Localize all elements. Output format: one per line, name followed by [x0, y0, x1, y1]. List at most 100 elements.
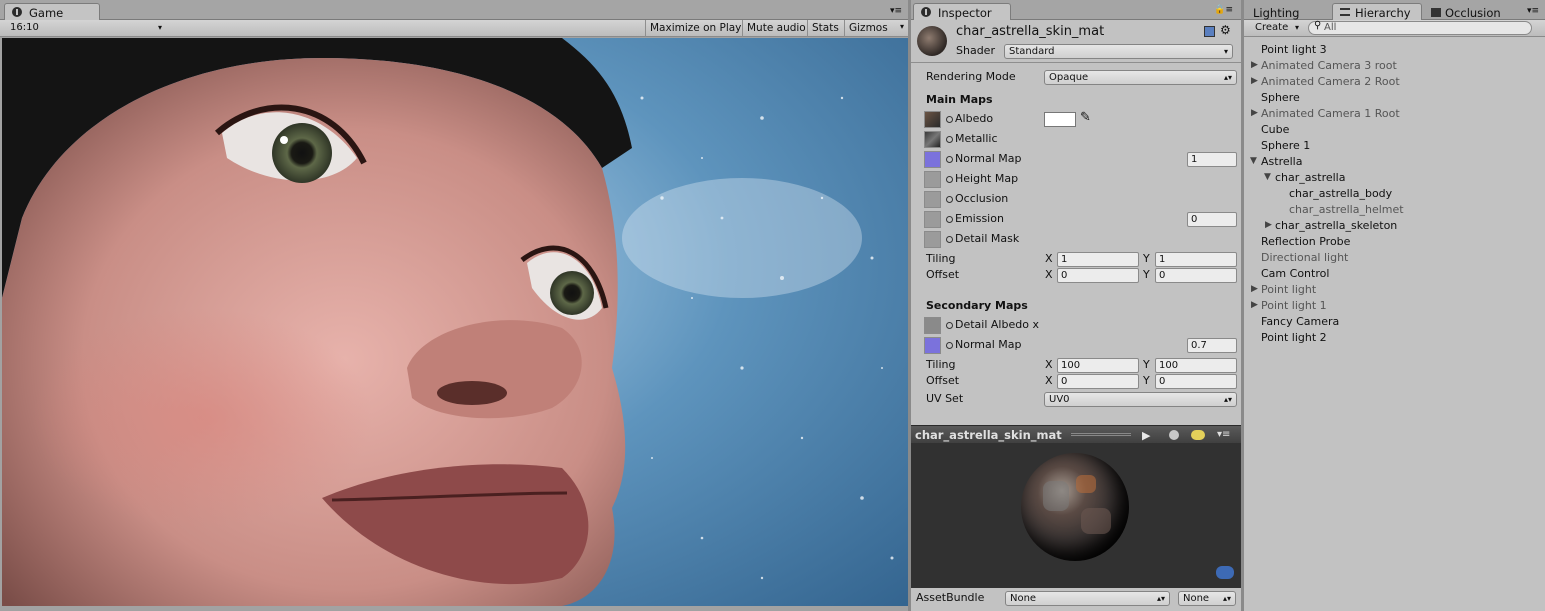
game-viewport[interactable]: [2, 38, 908, 606]
albedo-color-field[interactable]: [1044, 112, 1076, 127]
main-offset-y-field[interactable]: 0: [1155, 268, 1237, 283]
tab-inspector[interactable]: Inspector: [913, 3, 1011, 21]
material-preview-area[interactable]: [911, 443, 1241, 588]
emission-value-field[interactable]: 0: [1187, 212, 1237, 227]
assetbundle-dropdown[interactable]: None ▴▾: [1005, 591, 1170, 606]
secondary-tiling-x-field[interactable]: 100: [1057, 358, 1139, 373]
help-icon[interactable]: [1204, 26, 1215, 37]
hierarchy-item-char-astrella[interactable]: char_astrella: [1275, 170, 1345, 186]
hierarchy-item-astrella[interactable]: Astrella: [1261, 154, 1302, 170]
expand-arrow-icon[interactable]: ▶: [1251, 108, 1258, 118]
hierarchy-item-fancy-camera[interactable]: Fancy Camera: [1261, 314, 1339, 330]
play-icon[interactable]: ▶: [1142, 429, 1150, 442]
chevron-down-icon: ▾: [1223, 47, 1228, 56]
collapse-arrow-icon[interactable]: ▼: [1264, 172, 1271, 182]
lock-icon[interactable]: 🔒≡: [1214, 5, 1233, 15]
hierarchy-item-animated-camera-2-root[interactable]: Animated Camera 2 Root: [1261, 74, 1400, 90]
object-picker-icon[interactable]: [946, 216, 953, 223]
gizmos-label: Gizmos: [849, 22, 888, 34]
lights-icon[interactable]: [1191, 430, 1205, 440]
metallic-texture-slot[interactable]: [924, 131, 941, 148]
tab-occlusion[interactable]: Occlusion: [1422, 3, 1514, 20]
tab-game[interactable]: Game: [4, 3, 100, 21]
detail-mask-row: Detail Mask: [946, 231, 1019, 247]
object-picker-icon[interactable]: [946, 236, 953, 243]
hierarchy-item-cam-control[interactable]: Cam Control: [1261, 266, 1329, 282]
preview-menu-icon[interactable]: ▾≡: [1217, 429, 1230, 440]
object-picker-icon[interactable]: [946, 342, 953, 349]
emission-texture-slot[interactable]: [924, 211, 941, 228]
main-offset-x-field[interactable]: 0: [1057, 268, 1139, 283]
normal-map-texture-slot[interactable]: [924, 151, 941, 168]
hierarchy-item-char-astrella-skeleton[interactable]: char_astrella_skeleton: [1275, 218, 1397, 234]
height-map-texture-slot[interactable]: [924, 171, 941, 188]
secondary-normal-scale-field[interactable]: 0.7: [1187, 338, 1237, 353]
collapse-arrow-icon[interactable]: ▼: [1250, 156, 1257, 166]
secondary-tiling-y-field[interactable]: 100: [1155, 358, 1237, 373]
detail-albedo-texture-slot[interactable]: [924, 317, 941, 334]
hierarchy-item-cube[interactable]: Cube: [1261, 122, 1289, 138]
hierarchy-item-directional-light[interactable]: Directional light: [1261, 250, 1348, 266]
sphere-preview-icon[interactable]: [1169, 430, 1179, 440]
main-tiling-x-field[interactable]: 1: [1057, 252, 1139, 267]
secondary-offset-x-field[interactable]: 0: [1057, 374, 1139, 389]
gear-icon[interactable]: ⚙: [1220, 23, 1231, 37]
eyedropper-icon[interactable]: ✎: [1080, 110, 1091, 125]
hierarchy-item-sphere[interactable]: Sphere: [1261, 90, 1300, 106]
occlusion-texture-slot[interactable]: [924, 191, 941, 208]
expand-arrow-icon[interactable]: ▶: [1251, 284, 1258, 294]
mute-audio-button[interactable]: Mute audio: [742, 20, 810, 37]
preview-drag-handle[interactable]: [1071, 433, 1131, 436]
tag-icon[interactable]: [1216, 566, 1234, 579]
detail-mask-texture-slot[interactable]: [924, 231, 941, 248]
expand-arrow-icon[interactable]: ▶: [1251, 300, 1258, 310]
object-picker-icon[interactable]: [946, 176, 953, 183]
hierarchy-item-sphere-1[interactable]: Sphere 1: [1261, 138, 1310, 154]
shader-dropdown[interactable]: Standard ▾: [1004, 44, 1233, 59]
rendering-mode-dropdown[interactable]: Opaque ▴▾: [1044, 70, 1237, 85]
expand-arrow-icon[interactable]: ▶: [1251, 76, 1258, 86]
stats-button[interactable]: Stats: [807, 20, 843, 37]
hierarchy-item-point-light-1[interactable]: Point light 1: [1261, 298, 1327, 314]
hierarchy-item-point-light[interactable]: Point light: [1261, 282, 1316, 298]
panel-menu-icon[interactable]: ▾≡: [890, 6, 902, 16]
panel-menu-icon[interactable]: ▾≡: [1527, 6, 1539, 16]
main-tiling-y-field[interactable]: 1: [1155, 252, 1237, 267]
aspect-dropdown[interactable]: 16:10 ▾: [6, 21, 166, 36]
object-picker-icon[interactable]: [946, 116, 953, 123]
tab-lighting[interactable]: Lighting: [1244, 3, 1324, 20]
uv-set-label: UV Set: [926, 392, 964, 405]
hierarchy-item-char-astrella-helmet[interactable]: char_astrella_helmet: [1289, 202, 1404, 218]
uv-set-dropdown[interactable]: UV0 ▴▾: [1044, 392, 1237, 407]
hierarchy-item-point-light-3[interactable]: Point light 3: [1261, 42, 1327, 58]
hierarchy-item-point-light-2[interactable]: Point light 2: [1261, 330, 1327, 346]
gizmos-dropdown[interactable]: Gizmos ▾: [844, 20, 908, 37]
game-tabstrip: Game ▾≡: [0, 0, 908, 21]
expand-arrow-icon[interactable]: ▶: [1251, 60, 1258, 70]
search-field[interactable]: ⚲ All: [1308, 20, 1532, 35]
x-label: X: [1045, 252, 1053, 265]
object-picker-icon[interactable]: [946, 196, 953, 203]
hierarchy-item-reflection-probe[interactable]: Reflection Probe: [1261, 234, 1350, 250]
albedo-label: Albedo: [955, 112, 994, 125]
shader-label: Shader: [956, 44, 995, 57]
hierarchy-item-animated-camera-1-root[interactable]: Animated Camera 1 Root: [1261, 106, 1400, 122]
expand-arrow-icon[interactable]: ▶: [1265, 220, 1272, 230]
create-dropdown[interactable]: Create ▾: [1251, 21, 1303, 36]
detail-mask-label: Detail Mask: [955, 232, 1020, 245]
chevron-down-icon: ▴▾: [1223, 395, 1232, 404]
secondary-normal-map-texture-slot[interactable]: [924, 337, 941, 354]
normal-map-scale-field[interactable]: 1: [1187, 152, 1237, 167]
secondary-offset-y-field[interactable]: 0: [1155, 374, 1237, 389]
maximize-on-play-button[interactable]: Maximize on Play: [645, 20, 745, 37]
tab-hierarchy[interactable]: Hierarchy: [1332, 3, 1422, 21]
object-picker-icon[interactable]: [946, 136, 953, 143]
occlusion-row: Occlusion: [946, 191, 1008, 207]
occlusion-label: Occlusion: [955, 192, 1009, 205]
object-picker-icon[interactable]: [946, 156, 953, 163]
assetbundle-variant-dropdown[interactable]: None ▴▾: [1178, 591, 1236, 606]
object-picker-icon[interactable]: [946, 322, 953, 329]
hierarchy-item-animated-camera-3-root[interactable]: Animated Camera 3 root: [1261, 58, 1397, 74]
albedo-texture-slot[interactable]: [924, 111, 941, 128]
hierarchy-item-char-astrella-body[interactable]: char_astrella_body: [1289, 186, 1392, 202]
